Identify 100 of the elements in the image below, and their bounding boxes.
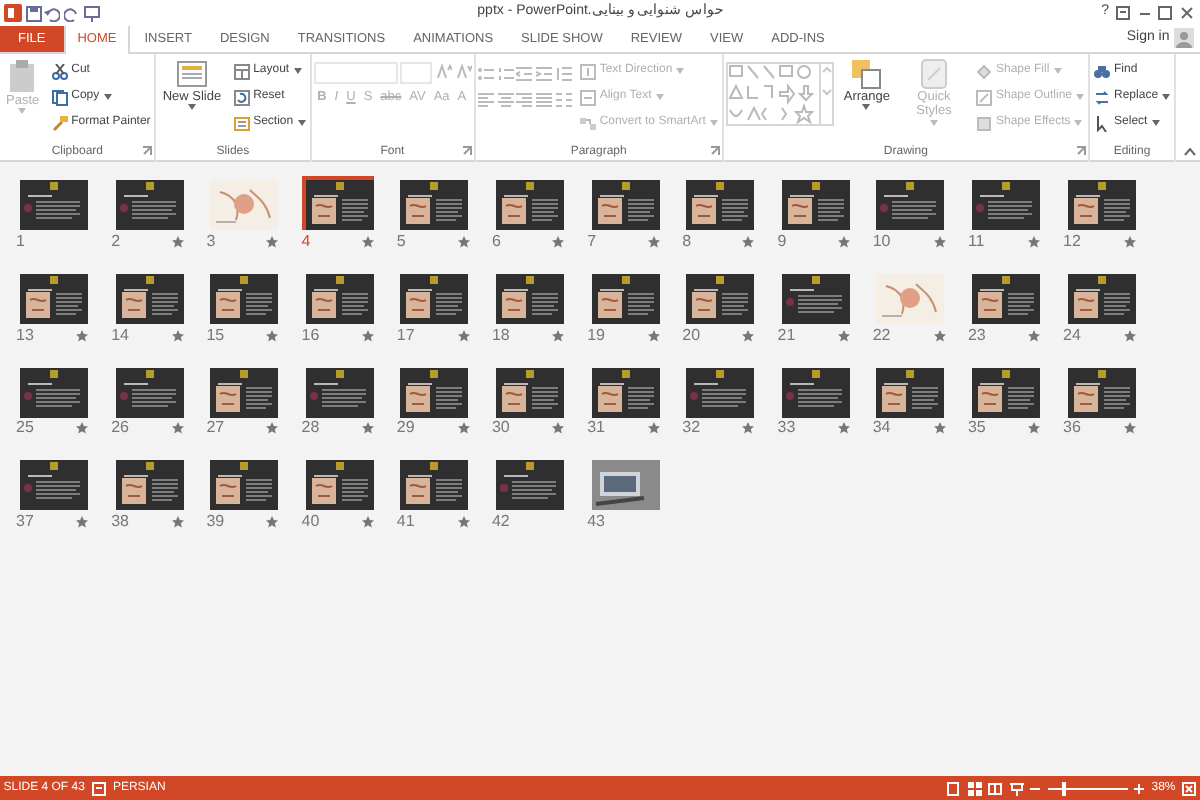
presentation-icon[interactable] (83, 5, 100, 21)
dark-slide-drawing (305, 367, 374, 417)
collapse-ribbon-icon[interactable] (1184, 148, 1197, 157)
slide-thumbnail[interactable] (491, 363, 564, 417)
slide-thumbnail[interactable] (396, 176, 469, 230)
slide-thumbnail[interactable] (111, 176, 184, 230)
dark-slide-drawing (781, 273, 850, 324)
slide-thumbnail[interactable] (777, 363, 850, 417)
redo-icon[interactable] (64, 5, 80, 21)
slide-thumbnail[interactable] (1063, 176, 1136, 230)
slide-thumbnail[interactable] (967, 363, 1040, 417)
slide-thumbnail[interactable] (16, 269, 88, 324)
slide-number: 6 (491, 233, 501, 250)
ribbon-display-icon[interactable] (1116, 6, 1130, 20)
slide-thumbnail[interactable] (587, 176, 660, 230)
slide-thumbnail[interactable] (682, 269, 755, 324)
slide-number: 13 (16, 327, 34, 343)
slide-thumbnail[interactable] (491, 176, 564, 230)
paintbrush-icon (51, 115, 68, 131)
notes-view-icon[interactable] (946, 781, 961, 795)
slide-number: 24 (1063, 327, 1081, 343)
slide-number: 37 (16, 514, 34, 530)
slide-thumbnail[interactable] (396, 363, 469, 417)
slide-number: 26 (111, 420, 129, 437)
slide-number: 10 (872, 233, 891, 250)
slide-number: 15 (206, 327, 225, 343)
slide-number: 28 (301, 420, 320, 437)
copy-icon (51, 89, 68, 105)
slide-with-image-drawing (400, 180, 469, 230)
dark-slide-drawing (686, 367, 755, 417)
slide-thumbnail[interactable] (872, 269, 945, 324)
diagram-slide-drawing (876, 273, 945, 324)
slide-thumbnail[interactable] (206, 456, 279, 511)
zoom-out-button[interactable] (1030, 783, 1041, 793)
slide-with-image-drawing (305, 273, 374, 324)
slide-thumbnail[interactable] (111, 363, 184, 417)
dialog-launcher-icon[interactable] (142, 146, 153, 156)
slide-thumbnail[interactable] (777, 176, 850, 230)
close-icon[interactable] (1179, 6, 1193, 20)
slide-with-image-drawing (400, 460, 469, 511)
caret-icon (676, 68, 685, 74)
slide-thumbnail[interactable] (16, 176, 88, 230)
slide-thumbnail[interactable] (491, 456, 564, 511)
slide-thumbnail[interactable] (872, 176, 945, 230)
dialog-launcher-icon[interactable] (461, 146, 472, 156)
slide-with-image-drawing (1067, 180, 1136, 230)
slide-number: 40 (301, 514, 320, 530)
slide-thumbnail[interactable] (206, 176, 279, 230)
slide-number: 7 (587, 233, 597, 250)
zoom-in-button[interactable] (1134, 783, 1145, 793)
slide-number: 35 (967, 420, 986, 437)
slide-thumbnail[interactable] (396, 269, 469, 324)
slide-thumbnail[interactable] (872, 363, 945, 417)
dark-slide-drawing (20, 367, 88, 417)
slide-thumbnail[interactable] (1063, 269, 1136, 324)
save-icon[interactable] (25, 5, 41, 21)
slide-thumbnail[interactable] (301, 176, 374, 230)
slide-thumbnail[interactable] (682, 363, 755, 417)
slide-thumbnail[interactable] (301, 269, 374, 324)
dark-slide-drawing (781, 367, 850, 417)
slide-thumbnail[interactable] (111, 269, 184, 324)
slide-thumbnail[interactable] (111, 456, 184, 511)
slide-number: 4 (301, 233, 311, 250)
fit-to-window-icon[interactable] (1182, 781, 1197, 795)
slide-thumbnail[interactable] (777, 269, 850, 324)
slide-thumbnail[interactable] (16, 456, 88, 511)
slide-thumbnail[interactable] (1063, 363, 1136, 417)
slide-number: 3 (206, 233, 216, 250)
maximize-icon[interactable] (1158, 6, 1172, 20)
slide-thumbnail[interactable] (301, 456, 374, 511)
reading-view-icon[interactable] (988, 781, 1003, 795)
slide-thumbnail[interactable] (587, 269, 660, 324)
slide-thumbnail[interactable] (396, 456, 469, 511)
slide-number: 22 (872, 327, 891, 343)
undo-icon[interactable] (44, 5, 61, 21)
dark-slide-drawing (115, 367, 184, 417)
dialog-launcher-icon[interactable] (709, 146, 720, 156)
dialog-launcher-icon[interactable] (1076, 146, 1087, 156)
slide-thumbnail[interactable] (206, 269, 279, 324)
zoom-slider-thumb[interactable] (1061, 781, 1066, 795)
slide-thumbnail[interactable] (16, 363, 88, 417)
slide-number: 42 (491, 514, 510, 530)
slide-thumbnail[interactable] (587, 363, 660, 417)
caret-icon (103, 94, 112, 100)
slide-number: 34 (872, 420, 891, 437)
slide-thumbnail[interactable] (301, 363, 374, 417)
slide-thumbnail[interactable] (587, 456, 660, 511)
slide-thumbnail[interactable] (682, 176, 755, 230)
align-text-icon (579, 89, 596, 105)
slide-thumbnail[interactable] (967, 176, 1040, 230)
slide-thumbnail[interactable] (491, 269, 564, 324)
slide-number: 12 (1063, 233, 1081, 250)
slide-sorter-icon[interactable] (967, 781, 982, 795)
slide-thumbnail[interactable] (206, 363, 279, 417)
caret-icon (18, 108, 27, 115)
slide-thumbnail[interactable] (967, 269, 1040, 324)
slide-number: 21 (777, 327, 796, 343)
slideshow-icon[interactable] (1009, 781, 1024, 795)
slide-with-image-drawing (210, 460, 279, 511)
minus-icon (1030, 783, 1041, 793)
